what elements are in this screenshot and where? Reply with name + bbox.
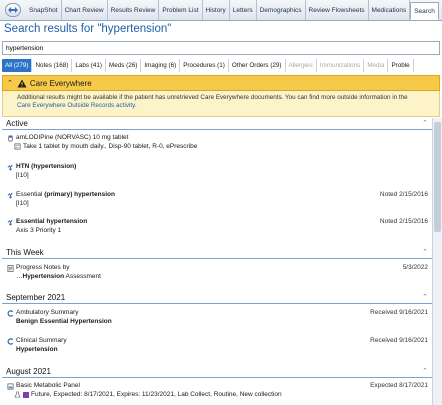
care-everywhere-icon [7, 338, 14, 345]
results-list: Active ⌃ amLODIPine (NORVASC) 10 mg tabl… [2, 118, 432, 405]
result-title: Ambulatory Summary [16, 309, 79, 316]
tab-problem-list[interactable]: Problem List [159, 0, 203, 20]
filter-all[interactable]: All (279) [2, 59, 33, 72]
flask-icon [14, 391, 21, 398]
section-title: This Week [6, 248, 44, 257]
filter-meds[interactable]: Meds (26) [106, 59, 142, 72]
filter-notes[interactable]: Notes (168) [32, 59, 73, 72]
care-everywhere-text: Additional results might be available if… [17, 94, 408, 101]
result-detail: Take 1 tablet by mouth daily., Disp-90 t… [23, 143, 198, 150]
tab-results-review[interactable]: Results Review [108, 0, 160, 20]
section-active[interactable]: Active ⌃ [2, 118, 432, 130]
result-date: Noted 2/15/2016 [379, 191, 428, 198]
filter-imaging[interactable]: Imaging (6) [141, 59, 181, 72]
chevron-up-icon: ⌃ [7, 80, 13, 87]
result-htn[interactable]: HTN (hypertension) [I10] [2, 162, 432, 184]
result-detail: Future, Expected: 8/17/2021, Expires: 11… [31, 391, 282, 398]
tab-medications[interactable]: Medications [369, 0, 411, 20]
medication-icon [8, 135, 13, 142]
result-clinical-summary[interactable]: Clinical Summary Hypertension Received 9… [2, 336, 432, 358]
filter-labs[interactable]: Labs (41) [72, 59, 106, 72]
result-detail: Benign Essential Hypertension [16, 318, 112, 325]
section-september-2021[interactable]: September 2021 ⌃ [2, 292, 432, 304]
title-prefix: Essential [16, 191, 45, 198]
section-this-week[interactable]: This Week ⌃ [2, 247, 432, 259]
care-everywhere-link[interactable]: Care Everywhere Outside Records activity… [17, 102, 137, 109]
filter-bar: All (279) Notes (168) Labs (41) Meds (26… [2, 59, 442, 72]
top-tab-bar: SnapShot Chart Review Results Review Pro… [0, 0, 442, 21]
tab-chart-review[interactable]: Chart Review [62, 0, 108, 20]
result-date: 5/3/2022 [402, 264, 428, 271]
section-title: Active [6, 119, 28, 128]
arrows-icon [5, 3, 21, 17]
detail-bold: Hypertension [22, 273, 65, 280]
result-essential[interactable]: Essential hypertension Axis 3 Priority 1… [2, 217, 432, 239]
lab-icon [7, 383, 14, 390]
scrollbar-thumb[interactable] [434, 122, 441, 232]
back-forward-button[interactable] [0, 0, 26, 20]
tab-history[interactable]: History [203, 0, 230, 20]
result-date: Expected 8/17/2021 [370, 382, 428, 389]
care-everywhere-toggle[interactable]: ⌃ Care Everywhere [2, 75, 440, 91]
tab-search[interactable]: Search [410, 2, 439, 20]
section-august-2021[interactable]: August 2021 ⌃ [2, 366, 432, 378]
problem-icon [7, 164, 13, 171]
results-scrollbar[interactable] [432, 118, 442, 405]
care-everywhere-title: Care Everywhere [29, 78, 92, 88]
result-date: Received 9/16/2021 [370, 309, 428, 316]
result-essential-primary[interactable]: Essential (primary) hypertension [I10] N… [2, 190, 432, 212]
result-title: Clinical Summary [16, 337, 67, 344]
filter-allergies: Allergies [286, 59, 317, 72]
collapse-icon[interactable]: ⌃ [422, 293, 428, 301]
section-title: August 2021 [6, 367, 51, 376]
prescription-icon [14, 143, 21, 150]
title-bold: (primary) hypertension [44, 191, 115, 198]
result-title: Essential (primary) hypertension [16, 191, 115, 198]
result-progress-notes[interactable]: Progress Notes by …Hypertension Assessme… [2, 263, 432, 285]
result-title: Basic Metabolic Panel [16, 382, 80, 389]
filter-media: Media [364, 59, 389, 72]
result-code: [I10] [16, 200, 29, 207]
result-title: Progress Notes by [16, 264, 70, 271]
result-date: Noted 2/15/2016 [379, 218, 428, 225]
filter-problems[interactable]: Proble [388, 59, 414, 72]
problem-icon [7, 219, 13, 226]
filter-procedures[interactable]: Procedures (1) [180, 59, 229, 72]
tab-snapshot[interactable]: SnapShot [26, 0, 62, 20]
result-title: amLODIPine (NORVASC) 10 mg tablet [16, 134, 129, 141]
result-date: Received 9/16/2021 [370, 337, 428, 344]
warning-icon [17, 79, 27, 87]
detail-rest: Assessment [64, 273, 101, 280]
result-title: Essential hypertension [16, 218, 88, 225]
filter-other-orders[interactable]: Other Orders (29) [229, 59, 286, 72]
collapse-icon[interactable]: ⌃ [422, 367, 428, 375]
result-ambulatory-summary[interactable]: Ambulatory Summary Benign Essential Hype… [2, 308, 432, 330]
section-title: September 2021 [6, 293, 66, 302]
result-basic-metabolic-panel[interactable]: Basic Metabolic Panel Future, Expected: … [2, 381, 432, 403]
care-everywhere-info: Additional results might be available if… [2, 91, 440, 117]
filter-immunizations: Immunizations [317, 59, 365, 72]
tab-letters[interactable]: Letters [230, 0, 257, 20]
search-input[interactable] [2, 41, 440, 55]
note-icon [7, 265, 14, 272]
result-detail: Axis 3 Priority 1 [16, 227, 62, 234]
collapse-icon[interactable]: ⌃ [422, 119, 428, 127]
page-title: Search results for "hypertension" [4, 23, 172, 35]
result-title: HTN (hypertension) [16, 163, 77, 170]
future-badge-icon [23, 392, 29, 398]
problem-icon [7, 192, 13, 199]
tab-demographics[interactable]: Demographics [257, 0, 306, 20]
collapse-icon[interactable]: ⌃ [422, 248, 428, 256]
result-amlodipine[interactable]: amLODIPine (NORVASC) 10 mg tablet Take 1… [2, 133, 432, 155]
result-detail: Hypertension [16, 346, 58, 353]
result-code: [I10] [16, 172, 29, 179]
care-everywhere-icon [7, 310, 14, 317]
tab-review-flowsheets[interactable]: Review Flowsheets [306, 0, 369, 20]
result-detail: …Hypertension Assessment [16, 273, 101, 280]
